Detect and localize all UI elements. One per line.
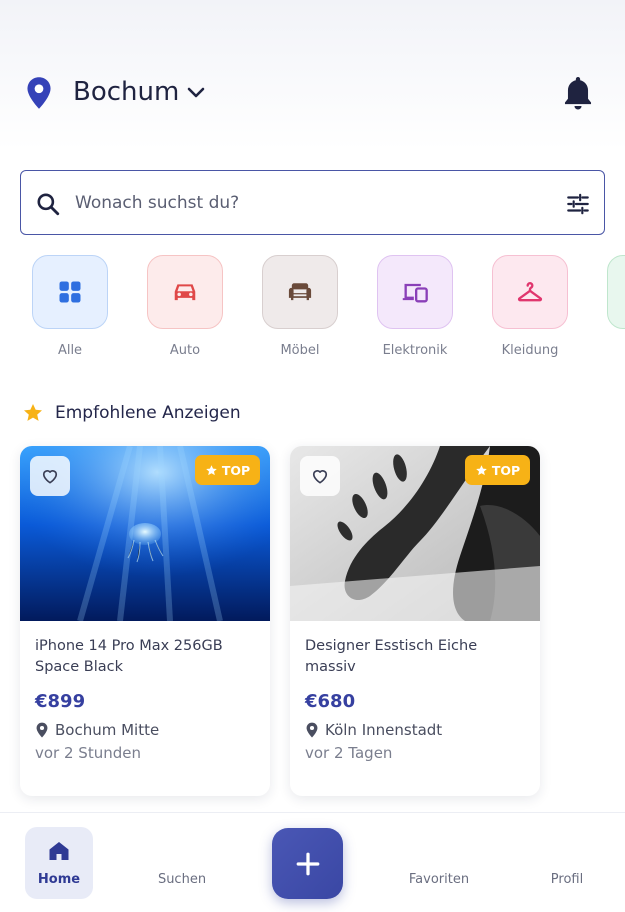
chevron-down-icon[interactable]: [185, 84, 207, 102]
location-label: Bochum Mitte: [55, 721, 160, 739]
star-icon: [24, 404, 42, 421]
category-kleidung[interactable]: Kleidung: [492, 255, 568, 358]
category-auto[interactable]: Auto: [147, 255, 223, 358]
listing-price: €680: [305, 691, 356, 712]
listing-time: vor 2 Stunden: [35, 744, 141, 762]
nav-profile[interactable]: Profil: [533, 827, 601, 899]
category-label: Auto: [169, 343, 201, 358]
favorite-button[interactable]: [30, 456, 70, 496]
header: Bochum: [0, 60, 625, 130]
nav-label: Profil: [550, 872, 584, 887]
badge-label: TOP: [221, 462, 251, 478]
nav-home[interactable]: Home: [25, 827, 93, 899]
top-badge: TOP: [195, 455, 260, 485]
category-more[interactable]: [607, 255, 625, 343]
location-pin-icon: [306, 722, 318, 738]
category-moebel[interactable]: Möbel: [262, 255, 338, 358]
devices-icon: [402, 283, 428, 303]
location-label: Köln Innenstadt: [325, 721, 443, 739]
bottom-navigation: Home Suchen Favoriten Profil: [0, 812, 625, 912]
home-icon: [49, 842, 69, 860]
location-pin-icon[interactable]: [24, 76, 54, 110]
favorite-button[interactable]: [300, 456, 340, 496]
nav-label: Home: [37, 872, 81, 887]
bell-icon[interactable]: [561, 74, 595, 112]
add-listing-button[interactable]: [272, 828, 343, 899]
city-selector-label[interactable]: Bochum: [73, 77, 179, 107]
heart-outline-icon: [312, 470, 328, 484]
heart-outline-icon: [42, 470, 58, 484]
star-icon: [476, 464, 487, 475]
section-title: Empfohlene Anzeigen: [55, 403, 241, 423]
listing-title: Designer Esstisch Eiche massiv: [305, 638, 478, 675]
category-alle[interactable]: Alle: [32, 255, 108, 358]
nav-label: Favoriten: [408, 872, 470, 887]
category-label: Möbel: [280, 343, 320, 358]
top-badge: TOP: [465, 455, 530, 485]
category-label: Kleidung: [501, 343, 559, 358]
hanger-icon: [517, 282, 543, 302]
category-elektronik[interactable]: Elektronik: [377, 255, 453, 358]
listing-card[interactable]: TOP Designer Esstisch Eiche massiv €680 …: [290, 446, 540, 796]
grid-icon: [59, 281, 81, 303]
listing-location: Köln Innenstadt: [305, 721, 442, 739]
nav-favorites[interactable]: Favoriten: [405, 827, 473, 899]
listing-price: €899: [35, 691, 86, 712]
badge-label: TOP: [491, 462, 521, 478]
category-label: Alle: [57, 343, 83, 358]
nav-label: Suchen: [157, 872, 207, 887]
listing-card[interactable]: TOP iPhone 14 Pro Max 256GB Space Black …: [20, 446, 270, 796]
category-label: Elektronik: [382, 343, 448, 358]
car-icon: [174, 284, 196, 301]
listing-title: iPhone 14 Pro Max 256GB Space Black: [35, 638, 223, 675]
location-pin-icon: [36, 722, 48, 738]
nav-search[interactable]: Suchen: [148, 827, 216, 899]
plus-icon: [296, 852, 319, 875]
app-screen: Bochum Wonach suchst du? Alle Auto Möbel…: [0, 0, 625, 912]
listing-time: vor 2 Tagen: [305, 744, 393, 762]
search-icon: [37, 193, 60, 216]
filter-sliders-icon[interactable]: [565, 191, 591, 217]
search-input[interactable]: [75, 183, 545, 223]
listing-location: Bochum Mitte: [35, 721, 159, 739]
star-icon: [206, 464, 217, 475]
sofa-icon: [288, 283, 312, 301]
search-bar[interactable]: [20, 170, 605, 235]
category-strip: Alle Auto Möbel Elektronik Kleidung: [0, 255, 625, 365]
